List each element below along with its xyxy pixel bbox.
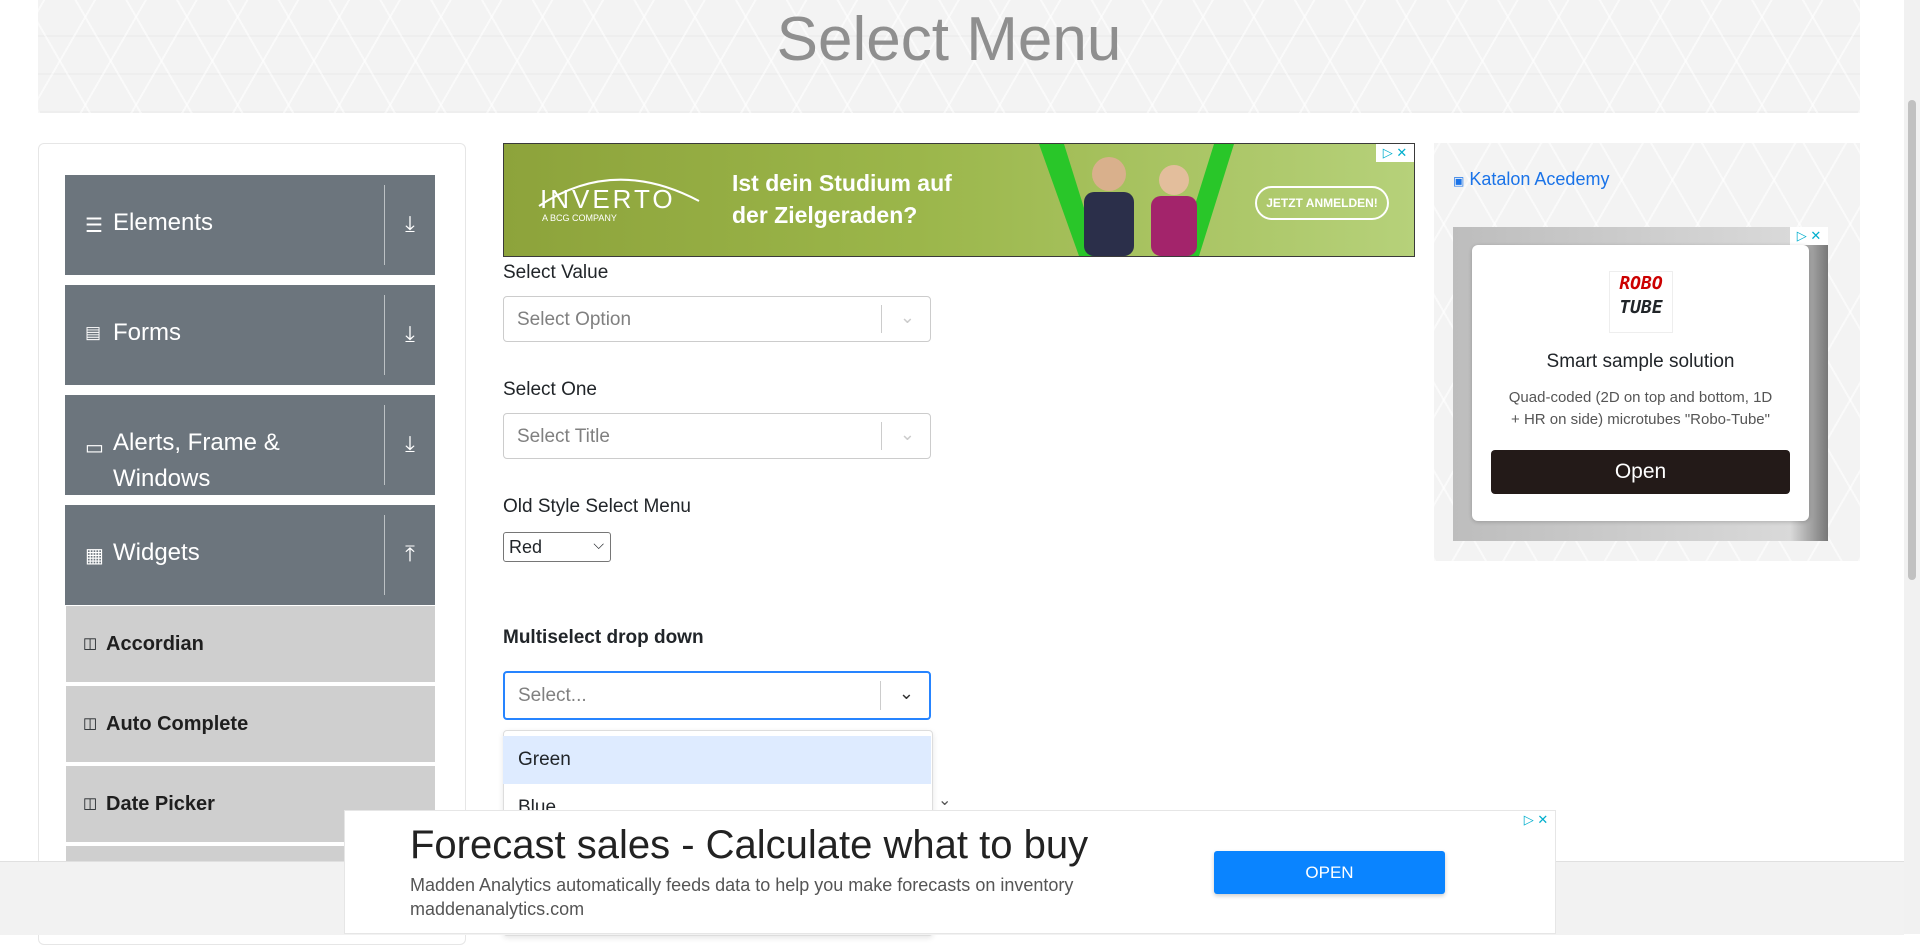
divider: [881, 422, 882, 450]
html5-icon: ◫: [83, 715, 98, 732]
bottom-ad-open-button[interactable]: OPEN: [1214, 851, 1445, 894]
widgets-icon: ▦: [85, 545, 104, 567]
sidebar-group-alerts[interactable]: ▭ Alerts, Frame & Windows ⤓: [65, 395, 435, 495]
sidebar-item-label: Accordian: [106, 633, 204, 655]
sidebar-group-label: Elements: [113, 209, 214, 236]
multiselect-label: Multiselect drop down: [503, 627, 704, 648]
select-one-label: Select One: [503, 379, 597, 400]
top-banner-ad[interactable]: INVERTO A BCG COMPANY Ist dein Studium a…: [503, 143, 1415, 257]
katalon-link-text: Katalon Acedemy: [1469, 169, 1610, 189]
sidebar-item-accordian[interactable]: ◫ Accordian: [66, 606, 435, 684]
list-icon: ☰: [85, 215, 103, 237]
broken-image-icon: ▣: [1453, 174, 1465, 188]
multiselect-dropdown[interactable]: Select... ⌄: [503, 671, 931, 720]
logo-line1: ROBO: [1619, 273, 1663, 294]
page-title: Select Menu: [776, 5, 1122, 74]
select-placeholder: Select Option: [517, 309, 632, 330]
chevron-down-icon: ⌄: [938, 792, 952, 809]
ad-desc-1: Quad-coded (2D on top and bottom, 1D: [1508, 389, 1773, 406]
window-icon: ▭: [85, 437, 104, 459]
bottom-banner-ad[interactable]: Forecast sales - Calculate what to buy M…: [344, 810, 1556, 934]
ad-swoosh-icon: [538, 178, 700, 207]
html5-icon: ◫: [83, 795, 98, 812]
ad-card[interactable]: ROBO TUBE Smart sample solution Quad-cod…: [1472, 245, 1809, 521]
sidebar-group-label: Widgets: [113, 539, 200, 566]
katalon-link[interactable]: ▣ Katalon Acedemy: [1453, 169, 1609, 190]
old-style-select[interactable]: Red ⌵: [503, 532, 611, 562]
old-style-label: Old Style Select Menu: [503, 496, 691, 517]
download-arrow-icon[interactable]: ⤓: [397, 431, 423, 457]
divider: [384, 295, 385, 375]
bottom-ad-desc: Madden Analytics automatically feeds dat…: [410, 875, 1074, 895]
download-arrow-icon[interactable]: ⤓: [397, 211, 423, 237]
sidebar-group-forms[interactable]: ▤ Forms ⤓: [65, 285, 435, 385]
sidebar-group-label: Alerts, Frame &: [113, 429, 280, 456]
chevron-down-icon: ⌵: [593, 536, 604, 552]
sidebar-group-widgets[interactable]: ▦ Widgets ⤒: [65, 505, 435, 605]
ad-choices-icon[interactable]: ▷ ✕: [1790, 227, 1828, 245]
sidebar-item-label: Date Picker: [106, 793, 215, 815]
ad-choices-icon[interactable]: ▷ ✕: [1517, 811, 1555, 829]
chevron-down-icon[interactable]: ⌄: [900, 307, 915, 328]
divider: [880, 681, 881, 710]
option-green[interactable]: Green: [503, 736, 931, 784]
ad-title: Smart sample solution: [1546, 351, 1735, 372]
bottom-ad-title: Forecast sales - Calculate what to buy: [410, 823, 1089, 867]
page-scrollbar[interactable]: [1904, 0, 1920, 934]
divider: [384, 515, 385, 595]
form-icon: ▤: [85, 323, 102, 342]
sidebar-item-label: Auto Complete: [106, 713, 249, 735]
right-sidebar-ad: ▣ Katalon Acedemy ▷ ✕ ROBO TUBE Smart sa…: [1434, 143, 1860, 561]
ad-open-button[interactable]: Open: [1491, 450, 1790, 494]
ad-headline-1: Ist dein Studium auf: [732, 170, 952, 196]
html5-icon: ◫: [83, 635, 98, 652]
ad-desc-2: + HR on side) microtubes "Robo-Tube": [1511, 411, 1770, 428]
select-placeholder: Select Title: [517, 426, 610, 447]
robotube-logo: ROBO TUBE: [1609, 271, 1673, 333]
chevron-down-icon[interactable]: ⌄: [900, 424, 915, 445]
sidebar-group-label-line2: Windows: [113, 465, 211, 492]
sidebar-item-auto-complete[interactable]: ◫ Auto Complete: [66, 686, 435, 764]
logo-line2: TUBE: [1619, 297, 1663, 318]
ad-people-image: [1039, 144, 1234, 256]
download-arrow-icon[interactable]: ⤓: [397, 321, 423, 347]
scrollbar-thumb[interactable]: [1908, 100, 1916, 580]
ad-choices-icon[interactable]: ▷ ✕: [1376, 144, 1414, 162]
sidebar-group-elements[interactable]: ☰ Elements ⤓: [65, 175, 435, 275]
select-value-dropdown[interactable]: Select Option ⌄: [503, 296, 931, 342]
upload-arrow-icon[interactable]: ⤒: [397, 541, 423, 567]
sidebar-group-label: Forms: [113, 319, 181, 346]
bottom-ad-domain: maddenanalytics.com: [410, 899, 585, 919]
divider: [881, 305, 882, 333]
select-value-label: Select Value: [503, 262, 609, 283]
ad-cta-button[interactable]: JETZT ANMELDEN!: [1255, 186, 1389, 220]
chevron-down-icon[interactable]: ⌄: [899, 683, 914, 704]
ad-headline-2: der Zielgeraden?: [732, 202, 918, 228]
old-style-selected: Red: [509, 537, 543, 557]
header-banner: Select Menu: [38, 0, 1860, 113]
select-placeholder: Select...: [518, 685, 587, 706]
divider: [384, 405, 385, 485]
select-one-dropdown[interactable]: Select Title ⌄: [503, 413, 931, 459]
ad-frame: ▷ ✕ ROBO TUBE Smart sample solution Quad…: [1453, 227, 1828, 541]
divider: [384, 185, 385, 265]
